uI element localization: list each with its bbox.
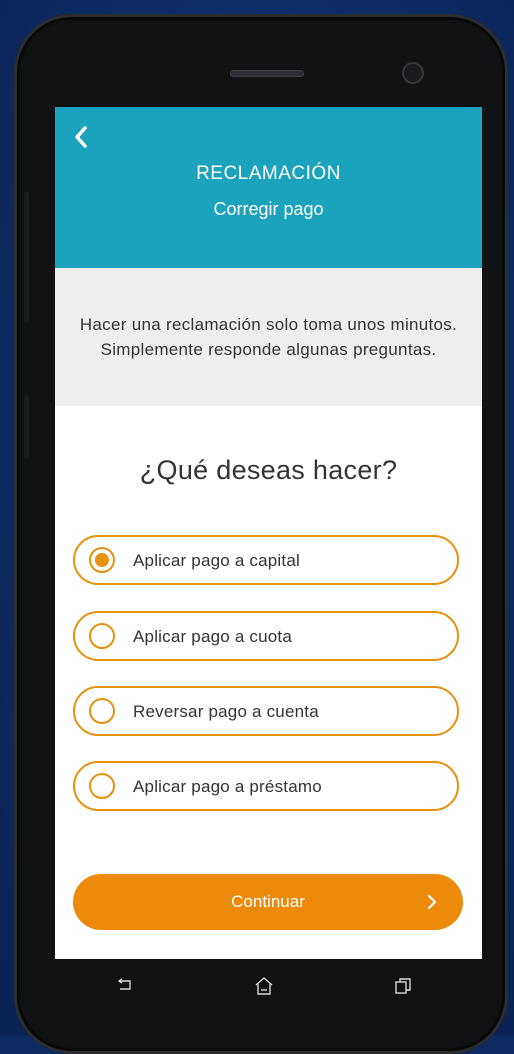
power-button <box>24 396 29 458</box>
android-nav-bar <box>55 959 482 1019</box>
option-label: Aplicar pago a cuota <box>133 627 292 646</box>
option-aplicar-pago-cuota[interactable]: Aplicar pago a cuota <box>73 611 459 661</box>
radio-dot <box>95 553 109 567</box>
radio-selected[interactable] <box>89 547 115 573</box>
home-icon <box>255 977 273 995</box>
nav-back-button[interactable] <box>117 977 133 998</box>
option-aplicar-pago-capital[interactable]: Aplicar pago a capital <box>73 535 459 585</box>
nav-recents-button[interactable] <box>394 977 412 1000</box>
back-button[interactable] <box>67 123 95 151</box>
option-reversar-pago-cuenta[interactable]: Reversar pago a cuenta <box>73 686 459 736</box>
nav-home-button[interactable] <box>253 975 275 1002</box>
front-camera <box>402 62 424 84</box>
page-subtitle: Corregir pago <box>213 199 324 219</box>
back-icon <box>117 978 131 990</box>
chevron-right-icon <box>427 894 437 910</box>
option-label: Reversar pago a cuenta <box>133 702 319 721</box>
header-bar: RECLAMACIÓN Corregir pago <box>55 107 482 268</box>
app-screen: RECLAMACIÓN Corregir pago Hacer una recl… <box>55 107 482 959</box>
option-aplicar-pago-prestamo[interactable]: Aplicar pago a préstamo <box>73 761 459 811</box>
radio-unselected[interactable] <box>89 623 115 649</box>
continue-button[interactable]: Continuar <box>73 874 463 930</box>
info-text: Hacer una reclamación solo toma unos min… <box>79 315 458 359</box>
recents-icon <box>395 978 411 994</box>
volume-button <box>24 192 29 322</box>
radio-unselected[interactable] <box>89 698 115 724</box>
info-panel: Hacer una reclamación solo toma unos min… <box>55 268 482 406</box>
option-label: Aplicar pago a capital <box>133 551 300 570</box>
speaker-grille <box>230 70 304 77</box>
question-heading: ¿Qué deseas hacer? <box>139 455 398 485</box>
radio-unselected[interactable] <box>89 773 115 799</box>
option-label: Aplicar pago a préstamo <box>133 777 322 796</box>
chevron-left-icon <box>75 126 87 148</box>
continue-label: Continuar <box>231 892 305 911</box>
page-title: RECLAMACIÓN <box>196 163 341 184</box>
